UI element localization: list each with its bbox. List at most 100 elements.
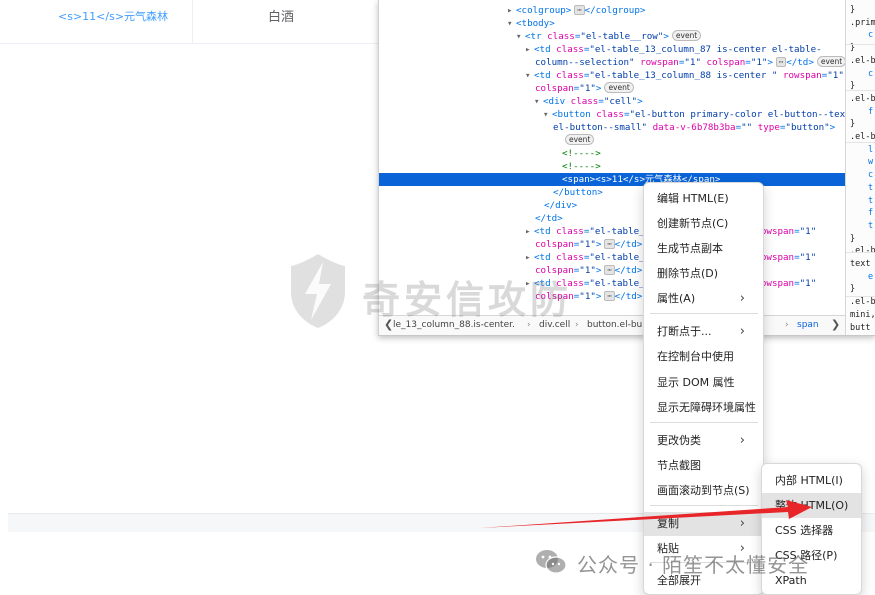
triangle-right-icon[interactable]: ▸ <box>525 251 534 264</box>
context-menu-item[interactable]: 打断点于... › <box>644 320 763 344</box>
css-rule-line: .el-b <box>850 93 875 104</box>
copy-submenu-item[interactable]: 整体 HTML(O) <box>762 493 861 518</box>
event-badge[interactable]: event <box>671 30 702 41</box>
css-rule-line: .prim <box>850 17 875 28</box>
context-menu-item[interactable]: 更改伪类 › <box>644 429 763 453</box>
copy-submenu-item[interactable]: CSS 选择器 <box>762 518 861 543</box>
triangle-down-icon[interactable]: ▾ <box>507 17 516 30</box>
triangle-down-icon[interactable]: ▾ <box>543 108 552 121</box>
markup-line[interactable]: </td> <box>379 212 845 225</box>
markup-token: </td> <box>614 265 643 276</box>
css-rule-line: c <box>868 68 874 79</box>
markup-line[interactable]: ▾ <td class="el-table_13_column_88 is-cen… <box>379 69 845 82</box>
context-menu-item[interactable]: 属性(A) › <box>644 287 763 311</box>
markup-line[interactable]: ▾ <tbody> <box>379 17 845 30</box>
markup-line[interactable]: ▾ <button class="el-button primary-color … <box>379 108 845 121</box>
markup-line[interactable]: ▸<td class="el-table_ " rowspan="1" <box>379 225 845 238</box>
css-rule-line: text <box>850 259 871 269</box>
event-badge[interactable]: event <box>565 134 595 145</box>
context-menu-item[interactable]: 在控制台中使用 <box>644 345 763 369</box>
collapsed-ellipsis[interactable]: ⋯ <box>604 265 615 275</box>
product-name-link[interactable]: <s>11</s>元气森林 <box>58 8 168 24</box>
rule-separator <box>846 142 875 143</box>
collapsed-ellipsis[interactable]: ⋯ <box>604 239 615 249</box>
markup-token: column--selection" <box>535 57 635 68</box>
markup-inspector[interactable]: ▸ <colgroup> ⋯ </colgroup> ▾ <tbody> ▾ <tr clas… <box>379 0 845 315</box>
markup-token: rowspan <box>777 70 822 81</box>
breadcrumb-item[interactable]: span <box>797 320 819 330</box>
context-menu-item[interactable]: 显示无障碍环境属性 <box>644 396 763 420</box>
markup-line[interactable]: </button> <box>379 186 845 199</box>
collapsed-ellipsis[interactable]: ⋯ <box>775 57 787 67</box>
triangle-down-icon[interactable]: ▾ <box>525 69 534 82</box>
markup-line[interactable]: <!----> <box>379 147 845 160</box>
markup-token: </td> <box>786 57 814 68</box>
context-menu-item[interactable]: 编辑 HTML(E) <box>644 187 763 211</box>
markup-token: </td> <box>535 213 563 224</box>
context-menu-item[interactable]: 生成节点副本 <box>644 237 763 261</box>
triangle-right-icon[interactable]: ▸ <box>525 225 534 238</box>
markup-line[interactable]: ▾ <div class="cell"> <box>379 95 845 108</box>
copy-submenu-item[interactable]: 内部 HTML(I) <box>762 468 861 493</box>
context-menu-item[interactable]: 节点截图 <box>644 454 763 478</box>
lightning-shield-icon <box>291 254 345 328</box>
collapsed-ellipsis[interactable]: ⋯ <box>604 291 615 301</box>
css-rule-line: .el-b <box>850 55 875 66</box>
markup-line[interactable]: colspan="1"> event <box>379 82 845 95</box>
markup-token: "1" <box>799 278 817 289</box>
menu-item-label: 显示 DOM 属性 <box>657 376 735 389</box>
markup-token: class <box>556 252 584 263</box>
markup-token: "el-table_13_column_88 is-center " <box>589 70 778 81</box>
event-badge[interactable]: event <box>816 56 845 67</box>
markup-token: rowspan <box>634 57 679 68</box>
breadcrumb-item[interactable]: button.el-bu <box>587 320 642 330</box>
context-menu-item[interactable]: 创建新节点(C) <box>644 212 763 236</box>
markup-token: "el-button primary-color el-button--text <box>629 109 845 120</box>
menu-item-label: 节点截图 <box>657 459 701 472</box>
markup-line[interactable]: ▾ <tr class="el-table__row"> event <box>379 30 845 43</box>
markup-token: <tr <box>525 31 548 42</box>
menu-item-label: 属性(A) <box>657 292 696 305</box>
collapsed-ellipsis[interactable]: ⋯ <box>574 5 585 15</box>
menu-item-label: 显示无障碍环境属性 <box>657 401 756 414</box>
markup-token: </td> <box>614 291 643 302</box>
wechat-account-name: 公众号 · 陌笙不太懂安全 <box>577 553 810 577</box>
chevron-right-icon[interactable]: ❯ <box>831 318 840 331</box>
markup-line[interactable]: event <box>379 134 845 147</box>
triangle-right-icon[interactable]: ▸ <box>525 43 534 56</box>
markup-line-selected[interactable]: <span><s>11</s>元气森林</span> <box>379 173 845 186</box>
markup-line[interactable]: colspan="1"> ⋯ </td> <box>379 238 845 251</box>
markup-token: colspan <box>535 239 574 250</box>
context-menu-item[interactable]: 显示 DOM 属性 <box>644 371 763 395</box>
context-menu-item[interactable]: 复制 › <box>644 512 763 536</box>
css-rule-line: c <box>868 30 874 41</box>
markup-line[interactable]: ▸ <td class="el-table_13_column_87 is-cen… <box>379 43 845 56</box>
event-badge[interactable]: event <box>604 82 634 93</box>
markup-line[interactable]: ▸<td class="el-table_ " rowspan="1" <box>379 251 845 264</box>
context-menu-item[interactable]: 画面滚动到节点(S) <box>644 479 763 503</box>
markup-line[interactable]: ▸ <colgroup> ⋯ </colgroup> <box>379 4 845 17</box>
css-rule-line: w <box>868 157 874 168</box>
rule-separator <box>846 252 875 253</box>
markup-line[interactable]: column--selection" rowspan="1" colspan="… <box>379 56 845 69</box>
markup-line[interactable]: el-button--small" data-v-6b78b3ba="" typ… <box>379 121 845 134</box>
triangle-down-icon[interactable]: ▾ <box>534 95 543 108</box>
markup-token: "el-table__row" <box>580 31 664 42</box>
markup-token: "1" <box>579 265 596 276</box>
triangle-right-icon[interactable]: ▸ <box>507 4 516 17</box>
chevron-right-icon: › <box>739 324 745 339</box>
markup-token: > <box>637 96 643 107</box>
markup-token: data-v-6b78b3ba <box>647 122 736 133</box>
markup-line[interactable]: </div> <box>379 199 845 212</box>
markup-token: <td <box>534 226 557 237</box>
markup-token: "el-table_ <box>589 252 645 263</box>
css-rule-line: } <box>850 5 856 15</box>
css-rules-pane[interactable]: }.primc}.el-bc}.el-bf}.el-blwcttft}.el-b… <box>845 0 875 335</box>
css-rule-line: t <box>868 220 874 231</box>
wechat-icon <box>536 550 567 574</box>
markup-line[interactable]: <!----> <box>379 160 845 173</box>
css-rule-line: f <box>868 106 874 117</box>
context-menu-item[interactable]: 删除节点(D) <box>644 262 763 286</box>
markup-token: "1" <box>579 239 596 250</box>
triangle-down-icon[interactable]: ▾ <box>516 30 525 43</box>
